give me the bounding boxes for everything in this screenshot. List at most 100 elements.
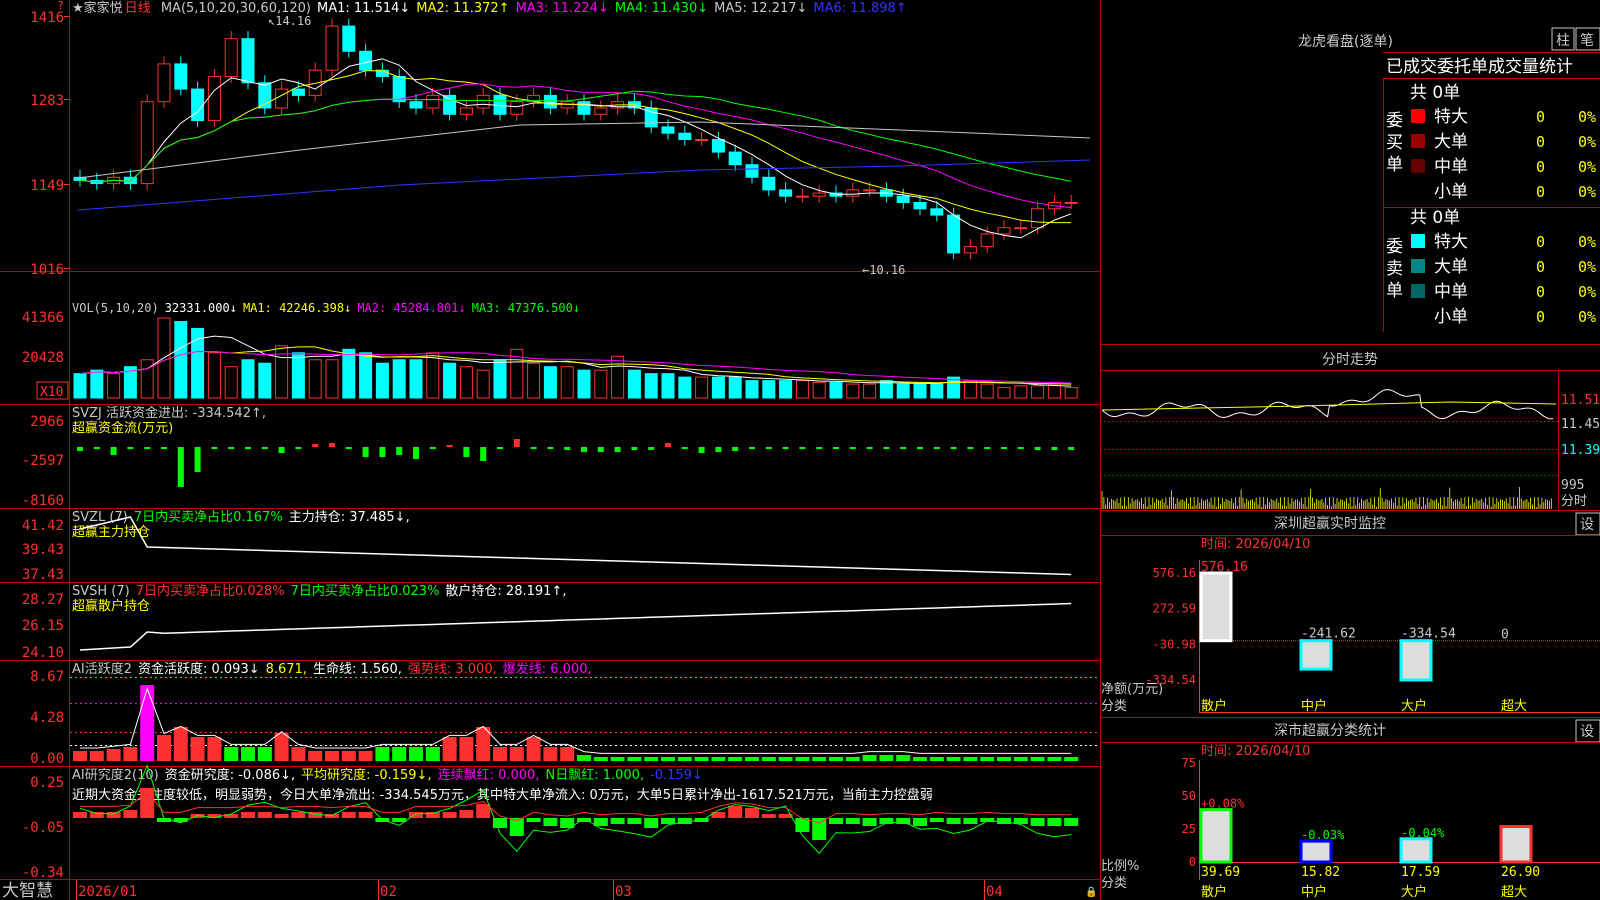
fund-flow-bar <box>480 447 487 461</box>
activity-legend: AI活跃度2 资金活跃度: 0.093↓ 8.671, 生命线: 1.560, 强势线:… <box>72 661 592 677</box>
sz-classify-value: 39.69 <box>1201 865 1240 880</box>
retail-holding-tick: 28.27 <box>22 592 64 608</box>
candlestick-chart[interactable] <box>73 18 1091 260</box>
sz-monitor-chart[interactable]: 576.16 272.59 -30.98 -334.54 576.16 散户 -241.62… <box>1145 560 1600 714</box>
main-holding-tick: 41.42 <box>22 518 64 534</box>
activity-chart[interactable] <box>70 677 1100 762</box>
fund-flow-bar <box>849 447 856 449</box>
intraday-tick: 11.51 <box>1561 393 1600 408</box>
fund-flow-bar <box>312 444 319 447</box>
volume-bar <box>543 366 557 399</box>
sz-classify-bar <box>1299 839 1333 864</box>
activity-bar <box>593 757 608 761</box>
volume-bar <box>913 383 927 399</box>
research-bar <box>89 812 104 818</box>
price-tick: 1149 <box>30 178 64 194</box>
order-size-label: 大单 <box>1434 257 1468 277</box>
volume-bar <box>863 383 877 399</box>
volume-bar <box>644 373 658 399</box>
candle-body <box>140 101 154 185</box>
svg-text:委: 委 <box>1386 111 1403 131</box>
activity-line <box>80 687 1072 754</box>
fund-flow-bar <box>295 447 302 449</box>
sz-classify-value: 17.59 <box>1401 865 1440 880</box>
month-label: 2026/01 <box>78 884 137 900</box>
candle-body <box>123 176 137 185</box>
volume-bar <box>443 362 457 399</box>
volume-bar <box>1031 385 1045 399</box>
fund-flow-bar <box>866 447 873 449</box>
activity-bar <box>526 737 541 761</box>
volume-bar <box>695 376 709 399</box>
main-holding-chart[interactable] <box>79 516 1072 576</box>
sz-monitor-ylabel: 净额(万元) <box>1101 682 1163 697</box>
research-bar <box>946 818 961 824</box>
legend-item: VOL(5,10,20) <box>72 301 159 315</box>
fund-flow-tick: -2597 <box>22 453 64 469</box>
brand-logo: 大智慧 <box>2 881 53 900</box>
candle-body <box>661 126 675 134</box>
sz-classify-category: 中户 <box>1301 884 1327 900</box>
stock-chart-canvas[interactable]: 1416 1283 1149 1016 ? ★家家悦 日线 MA(5,10,20,… <box>0 0 1600 900</box>
order-count: 0 <box>1536 108 1545 126</box>
activity-bar <box>409 747 423 761</box>
order-count: 0 <box>1536 283 1545 301</box>
activity-bar <box>711 757 726 761</box>
order-size-swatch <box>1411 234 1425 248</box>
activity-bar <box>493 747 507 761</box>
legend-item: 7日内买卖净占比0.023% <box>291 583 440 599</box>
activity-bar <box>879 755 894 761</box>
candle-body <box>930 208 944 216</box>
activity-bar <box>627 757 642 761</box>
candle-body <box>291 88 305 96</box>
sz-classify-value: 15.82 <box>1301 865 1340 880</box>
fund-flow-bar <box>933 447 940 449</box>
retail-holding-chart[interactable] <box>79 602 1072 651</box>
fund-flow-chart[interactable] <box>77 439 1075 487</box>
menu-marker[interactable]: ? <box>57 0 64 12</box>
fund-flow-bar <box>967 447 974 449</box>
fund-flow-legend: SVZJ 活跃资金进出: -334.542↑, <box>72 405 266 421</box>
volume-bar <box>258 362 272 399</box>
legend-item: MA6: 11.898↑ <box>813 1 906 16</box>
activity-bar <box>341 751 356 761</box>
candle-body <box>426 94 440 109</box>
research-bar <box>593 818 608 826</box>
volume-bar <box>241 359 255 399</box>
sz-monitor-tick: 272.59 <box>1153 602 1196 616</box>
activity-bar <box>140 685 155 761</box>
sz-classify-chart[interactable]: 75 50 25 0 +0.08% 39.69 散户 -0.03% 15.82 中户 -0.04% 1… <box>1182 756 1600 900</box>
fund-flow-bar <box>329 443 335 447</box>
main-legend: ★家家悦 日线 MA(5,10,20,30,60,120) MA1: 11.514↓… <box>72 0 907 16</box>
legend-item: MA2: 11.372↑ <box>416 1 509 16</box>
volume-bar <box>997 387 1011 399</box>
research-bar <box>73 812 87 818</box>
legend-item: 8.671, <box>266 662 307 677</box>
legend-item: 平均研究度: -0.159↓, <box>301 767 431 783</box>
activity-bar <box>224 747 239 761</box>
activity-bar <box>913 757 927 761</box>
main-holding-tick: 37.43 <box>22 567 64 583</box>
research-bar <box>761 814 776 818</box>
order-count: 0 <box>1536 233 1545 251</box>
volume-chart[interactable] <box>73 317 1078 399</box>
activity-bar <box>157 735 171 761</box>
lock-icon[interactable]: 🔒 <box>1085 886 1097 898</box>
fund-flow-bar <box>765 447 772 449</box>
sz-classify-category: 散户 <box>1201 884 1227 900</box>
order-count: 0 <box>1536 258 1545 276</box>
activity-bar <box>963 757 978 761</box>
candle-body <box>779 189 793 197</box>
volume-bar <box>459 366 473 399</box>
legend-item: 资金研究度: -0.086↓, <box>165 767 295 783</box>
sz-monitor-value: 0 <box>1501 628 1509 643</box>
fund-flow-bar <box>581 447 587 452</box>
volume-bar <box>476 369 490 399</box>
retail-holding-line <box>79 602 1072 651</box>
sz-monitor-time: 时间: 2026/04/10 <box>1201 537 1310 552</box>
volume-bar <box>846 383 860 399</box>
volume-tick: 20428 <box>22 350 64 366</box>
activity-bar <box>173 727 188 761</box>
stock-name: 家家悦 <box>84 0 123 16</box>
candle-body <box>695 138 709 141</box>
